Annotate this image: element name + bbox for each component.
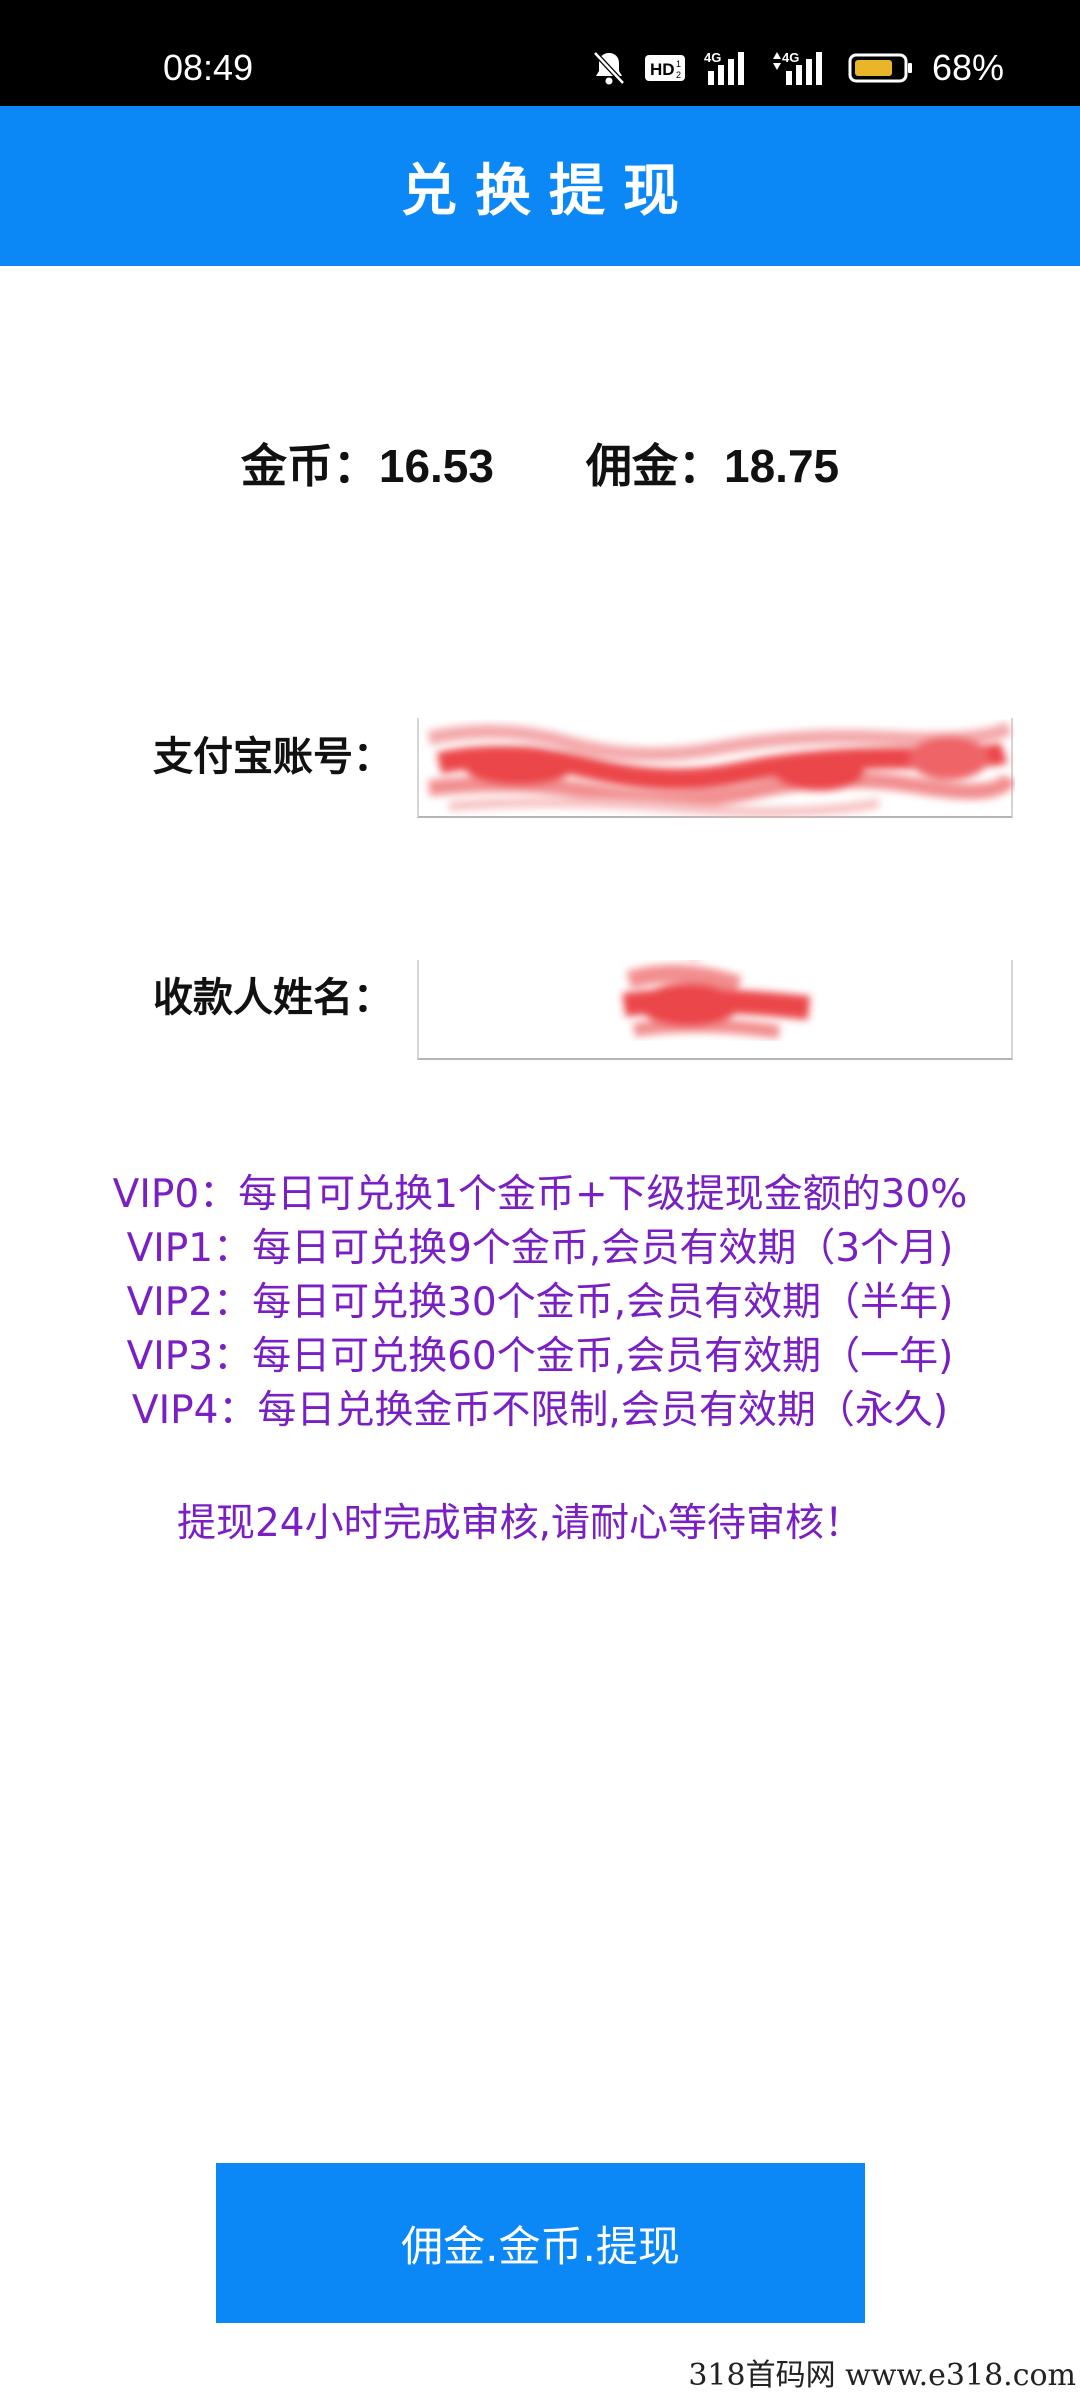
app-header: 兑换提现 bbox=[0, 106, 1080, 266]
coin-value: 16.53 bbox=[378, 440, 494, 492]
alipay-account-label: 支付宝账号： bbox=[153, 734, 393, 780]
status-icons: HD 1 2 4G 4G 68% bbox=[592, 44, 1004, 92]
vip-rule-item: VIP4：每日兑换金币不限制,会员有效期（永久) bbox=[131, 1388, 949, 1433]
status-bar: 08:49 HD 1 2 4G 4G 68% bbox=[0, 0, 1080, 106]
bell-off-icon bbox=[592, 50, 626, 86]
page-title: 兑换提现 bbox=[401, 158, 697, 224]
svg-text:4G: 4G bbox=[782, 50, 799, 65]
svg-text:1: 1 bbox=[676, 59, 681, 69]
battery-percentage: 68% bbox=[931, 47, 1004, 88]
payee-name-input[interactable] bbox=[417, 960, 1013, 1060]
svg-text:2: 2 bbox=[676, 70, 681, 80]
hd-icon: HD 1 2 bbox=[644, 53, 686, 83]
review-notice: 提现24小时完成审核,请耐心等待审核！ bbox=[176, 1501, 864, 1546]
withdraw-button[interactable]: 佣金.金币.提现 bbox=[216, 2163, 865, 2323]
signal-4g-icon: 4G bbox=[770, 49, 830, 87]
commission-value: 18.75 bbox=[724, 440, 840, 492]
svg-text:4G: 4G bbox=[704, 50, 721, 65]
redaction-scribble bbox=[427, 721, 1015, 817]
vip-rule-item: VIP0：每日可兑换1个金币+下级提现金额的30% bbox=[112, 1172, 968, 1217]
vip-rule-item: VIP1：每日可兑换9个金币,会员有效期（3个月) bbox=[126, 1226, 954, 1271]
coin-label: 金币： bbox=[240, 439, 379, 493]
signal-4g-icon: 4G bbox=[704, 49, 752, 87]
payee-name-label: 收款人姓名： bbox=[153, 975, 393, 1021]
vip-rule-item: VIP3：每日可兑换60个金币,会员有效期（一年) bbox=[126, 1334, 954, 1379]
alipay-account-input[interactable] bbox=[417, 718, 1015, 818]
commission-label: 佣金： bbox=[586, 439, 725, 493]
site-watermark: 318首码网 www.e318.com bbox=[688, 2358, 1076, 2393]
battery-icon bbox=[848, 52, 914, 84]
redaction-scribble bbox=[622, 964, 811, 1039]
vip-rules-list: VIP0：每日可兑换1个金币+下级提现金额的30% VIP1：每日可兑换9个金币… bbox=[0, 1168, 1080, 1438]
status-time: 08:49 bbox=[163, 47, 254, 88]
svg-text:HD: HD bbox=[650, 60, 675, 79]
balance-summary: 金币：16.53 佣金：18.75 bbox=[0, 430, 1080, 496]
vip-rule-item: VIP2：每日可兑换30个金币,会员有效期（半年) bbox=[126, 1280, 954, 1325]
